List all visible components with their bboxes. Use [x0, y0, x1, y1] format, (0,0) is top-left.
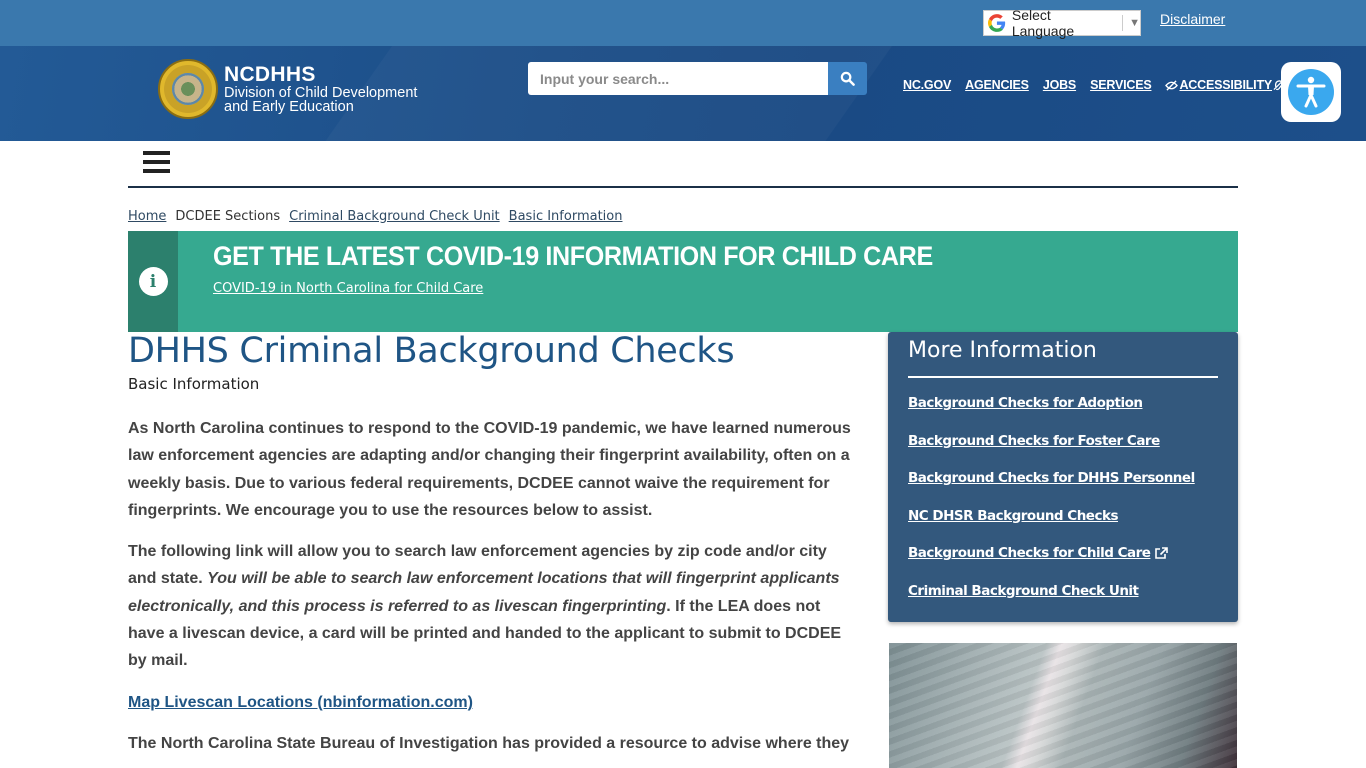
breadcrumb-home[interactable]: Home [128, 209, 166, 224]
search-input[interactable] [528, 62, 828, 95]
info-icon: i [138, 267, 168, 296]
nav-accessibility[interactable]: ACCESSIBILITY [1165, 78, 1284, 92]
nav-nc-gov[interactable]: NC.GOV [903, 78, 951, 92]
language-select-label: Select Language [1011, 7, 1075, 39]
top-navigation: NC.GOV AGENCIES JOBS SERVICES ACCESSIBIL… [903, 78, 1284, 92]
site-search [528, 62, 867, 95]
alert-link[interactable]: COVID-19 in North Carolina for Child Car… [213, 281, 483, 296]
nav-agencies[interactable]: AGENCIES [965, 78, 1029, 92]
paragraph-livescan: The following link will allow you to sea… [128, 538, 858, 674]
logo-subtitle-line1: Division of Child Development [224, 85, 418, 101]
nav-jobs[interactable]: JOBS [1043, 78, 1076, 92]
nav-services[interactable]: SERVICES [1090, 78, 1152, 92]
low-vision-icon [1165, 79, 1179, 91]
page-subtitle: Basic Information [128, 375, 260, 393]
sidebar-link-child-care[interactable]: Background Checks for Child Care [908, 545, 1169, 561]
sidebar-link-dhhs-personnel[interactable]: Background Checks for DHHS Personnel [908, 470, 1195, 486]
search-icon [840, 71, 855, 86]
sidebar-link-foster-care[interactable]: Background Checks for Foster Care [908, 433, 1160, 449]
dropdown-arrow-icon: ▼ [1129, 17, 1140, 29]
map-livescan-locations-link[interactable]: Map Livescan Locations (nbinformation.co… [128, 694, 473, 711]
sidebar-link-adoption[interactable]: Background Checks for Adoption [908, 395, 1143, 411]
nav-accessibility-label: ACCESSIBILITY [1179, 78, 1273, 92]
ncdhhs-logo[interactable]: NCDHHS Division of Child Development and… [158, 59, 417, 119]
breadcrumb-basic-information[interactable]: Basic Information [509, 209, 623, 224]
sidebar-title: More Information [908, 338, 1097, 363]
disclaimer-link[interactable]: Disclaimer [1160, 11, 1225, 27]
sidebar-link-child-care-label: Background Checks for Child Care [908, 545, 1151, 561]
alert-title: GET THE LATEST COVID-19 INFORMATION FOR … [213, 241, 933, 271]
breadcrumb-criminal-background-check-unit[interactable]: Criminal Background Check Unit [289, 209, 500, 224]
main-content: DHHS Criminal Background Checks Basic In… [128, 332, 858, 757]
sidebar-link-nc-dhsr[interactable]: NC DHSR Background Checks [908, 508, 1118, 524]
paragraph-covid-intro: As North Carolina continues to respond t… [128, 420, 851, 519]
gloved-hands-photo [889, 643, 1237, 768]
breadcrumb-dcdee-sections: DCDEE Sections [175, 209, 281, 224]
hamburger-icon[interactable] [143, 151, 170, 175]
search-button[interactable] [828, 62, 867, 95]
google-g-icon [988, 14, 1006, 32]
language-select[interactable]: Select Language ▼ [983, 7, 1141, 39]
logo-brand: NCDHHS [224, 63, 316, 86]
more-information-panel: More Information Background Checks for A… [888, 332, 1238, 622]
site-header: NCDHHS Division of Child Development and… [0, 46, 1366, 141]
divider [908, 376, 1218, 378]
accessibility-person-icon [1296, 76, 1326, 108]
paragraph-sbi: The North Carolina State Bureau of Inves… [128, 734, 850, 752]
divider [1122, 15, 1124, 31]
sidebar-link-criminal-background-check-unit[interactable]: Criminal Background Check Unit [908, 583, 1139, 599]
utility-bar: Select Language ▼ Disclaimer [0, 0, 1366, 46]
nc-state-seal-icon [158, 59, 218, 119]
accessibility-widget-button[interactable] [1281, 62, 1341, 122]
covid-alert-banner: i GET THE LATEST COVID-19 INFORMATION FO… [128, 231, 1238, 332]
alert-icon-panel: i [128, 231, 178, 332]
page-title: DHHS Criminal Background Checks [128, 331, 735, 371]
breadcrumb: Home DCDEE Sections Criminal Background … [128, 209, 622, 224]
logo-subtitle-line2: and Early Education [224, 99, 354, 115]
main-menu-bar [128, 141, 1238, 188]
external-link-icon [1155, 546, 1169, 559]
